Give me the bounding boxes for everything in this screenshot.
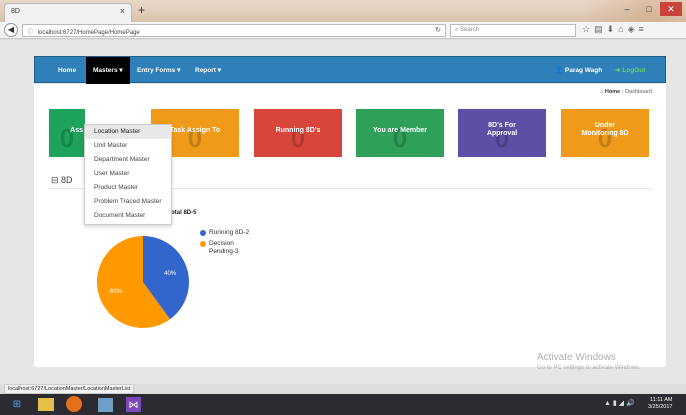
legend-label: Running 8D-2	[209, 229, 250, 236]
menu-item-department-master[interactable]: Department Master	[85, 153, 171, 167]
breadcrumb-home[interactable]: Home	[605, 89, 620, 95]
info-icon[interactable]: ⓘ	[27, 30, 33, 36]
activation-watermark-subtitle: Go to PC settings to activate Windows.	[537, 365, 641, 371]
breadcrumb: ⌂ Home › Dashboard	[600, 89, 652, 95]
nav-masters[interactable]: Masters ▾	[86, 57, 130, 84]
page-area: Home Masters ▾ Entry Forms ▾ Report ▾ 👤 …	[0, 40, 686, 384]
pocket-icon[interactable]: ◈	[628, 24, 639, 34]
app-icon[interactable]	[98, 398, 113, 412]
start-windows-icon[interactable]: ⊞	[8, 396, 26, 413]
tile-label: 8D's For Approval	[458, 109, 546, 138]
clock-date: 3/25/2017	[648, 404, 673, 410]
tile-assigned[interactable]: 0 Ass	[49, 109, 85, 157]
chart-legend: Running 8D-2 Decision Pending-3	[200, 229, 249, 259]
tile-label-line2: Monitoring 8D	[581, 130, 629, 137]
legend-label-line1: Decision	[209, 240, 234, 247]
tile-label-line2: Approval	[486, 130, 518, 137]
browser-tab[interactable]: 8D ×	[4, 3, 132, 22]
system-tray-icons[interactable]: ▲ ▮ ◢ 🔊	[604, 399, 635, 407]
pie-chart: 40% 60%	[97, 236, 190, 328]
firefox-icon[interactable]	[66, 396, 82, 412]
menu-item-user-master[interactable]: User Master	[85, 167, 171, 181]
url-bar[interactable]: ⓘ localhost:6727/HomePage/HomePage ↻	[22, 24, 446, 37]
file-explorer-icon[interactable]	[38, 398, 54, 411]
window-minimize-button[interactable]: –	[616, 2, 638, 16]
pie-label-running: 40%	[164, 271, 177, 277]
taskbar-clock[interactable]: 11:11 AM 3/25/2017	[648, 397, 672, 411]
clock-time: 11:11 AM	[650, 397, 673, 403]
tile-label-line1: 8D's For	[488, 122, 516, 129]
pie-label-decision-pending: 60%	[110, 289, 123, 295]
menu-item-document-master[interactable]: Document Master	[85, 209, 171, 223]
tab-title: 8D	[11, 8, 20, 15]
nav-report[interactable]: Report ▾	[188, 57, 228, 84]
search-placeholder: Search	[460, 27, 480, 33]
download-icon[interactable]: ⬇	[607, 24, 619, 34]
tile-you-are-member[interactable]: 0 You are Member	[356, 109, 444, 157]
reader-icon[interactable]: ▤	[594, 24, 607, 34]
tab-close-icon[interactable]: ×	[120, 6, 125, 16]
legend-swatch	[200, 241, 206, 247]
section-title-text: 8D	[61, 175, 73, 185]
app-navbar: Home Masters ▾ Entry Forms ▾ Report ▾ 👤 …	[34, 56, 666, 84]
user-icon: 👤	[555, 67, 565, 74]
tile-label: Ass	[70, 127, 83, 134]
tile-label: You are Member	[373, 127, 427, 134]
activation-watermark: Activate Windows	[537, 352, 616, 363]
url-text: localhost:6727/HomePage/HomePage	[37, 30, 140, 36]
windows-taskbar: ⊞ ⋈ ▲ ▮ ◢ 🔊 11:11 AM 3/25/2017	[0, 394, 686, 415]
nav-home[interactable]: Home	[51, 57, 83, 84]
browser-navbar: ◀ ⓘ localhost:6727/HomePage/HomePage ↻ ⌕…	[0, 22, 686, 39]
star-icon[interactable]: ☆	[582, 24, 594, 34]
home-icon[interactable]: ⌂	[618, 24, 627, 34]
section-title: ⊟ 8D	[51, 175, 73, 186]
visual-studio-icon[interactable]: ⋈	[126, 397, 141, 412]
breadcrumb-current: Dashboard	[625, 89, 652, 95]
user-menu[interactable]: 👤 Parag Wagh	[555, 57, 602, 84]
search-input[interactable]: ⌕ Search	[450, 24, 576, 37]
tile-task-assign-to[interactable]: 0 Task Assign To	[151, 109, 239, 157]
window-maximize-button[interactable]: □	[638, 2, 660, 16]
tile-label-line1: Under	[594, 122, 616, 129]
nav-entry-forms[interactable]: Entry Forms ▾	[130, 57, 187, 84]
legend-label-line2: Pending-3	[209, 248, 239, 255]
browser-titlebar: 8D × + – □ ✕	[0, 0, 686, 39]
tile-label: Running 8D's	[275, 127, 321, 134]
logout-link[interactable]: ➜ LogOut	[615, 57, 645, 84]
legend-item-running[interactable]: Running 8D-2	[200, 229, 249, 237]
menu-item-problem-traced-master[interactable]: Problem Traced Master	[85, 195, 171, 209]
back-arrow-icon[interactable]: ◀	[4, 23, 18, 37]
legend-item-decision-pending[interactable]: Decision Pending-3	[200, 240, 249, 256]
inbox-icon: ⊟	[51, 175, 62, 185]
tile-label: Task Assign To	[169, 127, 221, 134]
breadcrumb-separator: ›	[621, 89, 624, 95]
logout-label: LogOut	[622, 67, 646, 74]
user-name: Parag Wagh	[564, 67, 603, 74]
window-close-button[interactable]: ✕	[660, 2, 682, 16]
reload-icon[interactable]: ↻	[435, 26, 441, 34]
toolbar-icons[interactable]: ☆▤⬇⌂◈≡	[582, 24, 648, 35]
status-bar-url: localhost:6727/LocationMaster/LocationMa…	[4, 384, 135, 394]
tile-running-8d[interactable]: 0 Running 8D's	[254, 109, 342, 157]
tile-8d-for-approval[interactable]: 0 8D's For Approval	[458, 109, 546, 157]
legend-swatch	[200, 230, 206, 236]
tile-label: Under Monitoring 8D	[561, 109, 649, 138]
menu-icon[interactable]: ≡	[639, 24, 648, 34]
tile-under-monitoring-8d[interactable]: 0 Under Monitoring 8D	[561, 109, 649, 157]
menu-item-product-master[interactable]: Product Master	[85, 181, 171, 195]
new-tab-button[interactable]: +	[138, 3, 145, 17]
